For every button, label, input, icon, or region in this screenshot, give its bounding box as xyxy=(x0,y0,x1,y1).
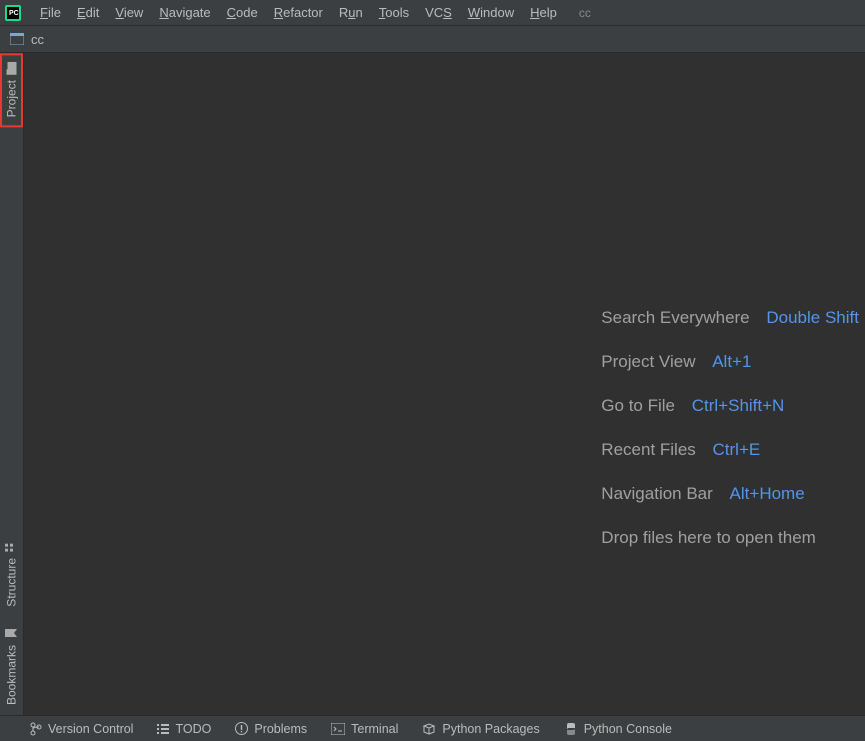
menubar: PC File Edit View Navigate Code Refactor… xyxy=(0,0,865,25)
status-todo[interactable]: TODO xyxy=(157,722,211,736)
sidebar-item-label: Project xyxy=(5,80,19,117)
status-label: Problems xyxy=(254,722,307,736)
hint-label: Go to File xyxy=(601,396,675,415)
hint-search-everywhere[interactable]: Search Everywhere Double Shift xyxy=(601,308,859,328)
status-problems[interactable]: Problems xyxy=(235,722,307,736)
hint-shortcut: Ctrl+Shift+N xyxy=(692,396,785,415)
menu-vcs[interactable]: VCS xyxy=(417,5,460,20)
status-version-control[interactable]: Version Control xyxy=(30,722,133,736)
packages-icon xyxy=(422,723,436,735)
menu-tools[interactable]: Tools xyxy=(371,5,417,20)
hint-shortcut: Alt+1 xyxy=(712,352,751,371)
sidebar-item-label: Structure xyxy=(5,558,19,607)
alert-icon xyxy=(235,722,248,735)
menu-run[interactable]: Run xyxy=(331,5,371,20)
project-name-label: cc xyxy=(579,6,591,20)
structure-icon xyxy=(6,539,18,553)
main-content: Project Structure Bookmarks xyxy=(0,53,865,715)
navigation-bar: cc xyxy=(0,25,865,53)
breadcrumb[interactable]: cc xyxy=(31,32,44,47)
menu-code[interactable]: Code xyxy=(219,5,266,20)
status-label: TODO xyxy=(175,722,211,736)
hint-drop-files: Drop files here to open them xyxy=(601,528,859,548)
tool-window-bookmarks[interactable]: Bookmarks xyxy=(0,617,23,715)
status-label: Terminal xyxy=(351,722,398,736)
hint-navigation-bar[interactable]: Navigation Bar Alt+Home xyxy=(601,484,859,504)
status-label: Python Console xyxy=(584,722,672,736)
menu-file[interactable]: File xyxy=(32,5,69,20)
python-icon xyxy=(564,722,578,736)
hint-go-to-file[interactable]: Go to File Ctrl+Shift+N xyxy=(601,396,859,416)
status-python-packages[interactable]: Python Packages xyxy=(422,722,539,736)
menu-refactor[interactable]: Refactor xyxy=(266,5,331,20)
status-terminal[interactable]: Terminal xyxy=(331,722,398,736)
menu-view[interactable]: View xyxy=(107,5,151,20)
left-tool-gutter: Project Structure Bookmarks xyxy=(0,53,24,715)
menu-window[interactable]: Window xyxy=(460,5,522,20)
menu-navigate[interactable]: Navigate xyxy=(151,5,218,20)
empty-state-hints: Search Everywhere Double Shift Project V… xyxy=(601,308,859,548)
vcs-branch-icon xyxy=(30,722,42,736)
hint-shortcut: Double Shift xyxy=(766,308,859,327)
status-label: Python Packages xyxy=(442,722,539,736)
folder-icon xyxy=(6,62,17,76)
editor-empty-state[interactable]: Search Everywhere Double Shift Project V… xyxy=(24,53,865,715)
hint-label: Search Everywhere xyxy=(601,308,749,327)
hint-project-view[interactable]: Project View Alt+1 xyxy=(601,352,859,372)
sidebar-item-label: Bookmarks xyxy=(5,645,19,705)
status-python-console[interactable]: Python Console xyxy=(564,722,672,736)
hint-recent-files[interactable]: Recent Files Ctrl+E xyxy=(601,440,859,460)
hint-label: Recent Files xyxy=(601,440,695,459)
menu-help[interactable]: Help xyxy=(522,5,565,20)
list-icon xyxy=(157,724,169,734)
hint-shortcut: Ctrl+E xyxy=(713,440,761,459)
window-icon xyxy=(9,31,25,47)
tool-window-project[interactable]: Project xyxy=(0,53,23,127)
statusbar: Version Control TODO Problems Terminal P… xyxy=(0,715,865,741)
terminal-icon xyxy=(331,723,345,735)
app-logo-icon: PC xyxy=(4,4,22,22)
menu-edit[interactable]: Edit xyxy=(69,5,107,20)
hint-label: Navigation Bar xyxy=(601,484,713,503)
hint-shortcut: Alt+Home xyxy=(730,484,805,503)
svg-text:PC: PC xyxy=(9,10,19,17)
status-label: Version Control xyxy=(48,722,133,736)
bookmark-icon xyxy=(6,626,18,640)
tool-window-structure[interactable]: Structure xyxy=(0,530,23,617)
hint-label: Project View xyxy=(601,352,695,371)
